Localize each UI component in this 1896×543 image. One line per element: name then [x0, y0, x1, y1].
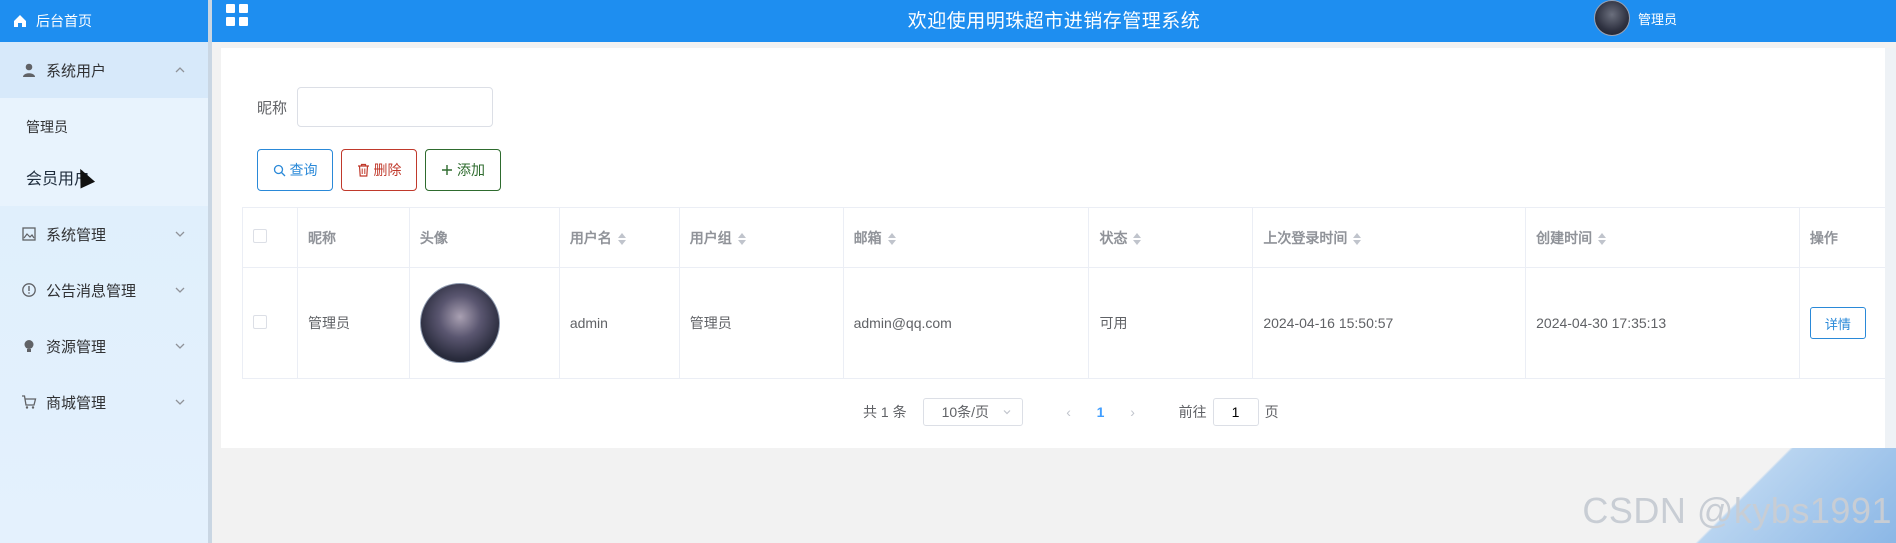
scrollbar[interactable]: [1885, 48, 1896, 448]
column-header-group[interactable]: 用户组: [679, 207, 844, 268]
current-page[interactable]: 1: [1091, 404, 1111, 420]
menu-title-resources[interactable]: 资源管理: [0, 318, 208, 374]
cell-email: admin@qq.com: [843, 267, 1090, 379]
query-button-label: 查询: [289, 162, 318, 178]
user-icon: [20, 61, 38, 79]
chevron-down-icon: [175, 231, 185, 237]
bulb-icon: [20, 337, 38, 355]
sort-icon[interactable]: [1133, 232, 1142, 245]
cell-actions: 详情: [1799, 267, 1888, 379]
sort-icon[interactable]: [1353, 232, 1362, 245]
info-icon: [20, 281, 38, 299]
action-buttons: 查询 删除 添加: [257, 149, 501, 191]
search-icon: [273, 164, 285, 176]
add-button-label: 添加: [457, 162, 485, 178]
menu-label: 系统管理: [46, 226, 107, 244]
user-name: 管理员: [1638, 11, 1678, 27]
next-page-button[interactable]: ›: [1123, 404, 1143, 420]
prev-page-button[interactable]: ‹: [1059, 404, 1079, 420]
plus-icon: [442, 165, 452, 175]
menu-group-notice: 公告消息管理: [0, 262, 208, 318]
sidebar-home[interactable]: 后台首页: [0, 0, 208, 42]
select-all-cell: [242, 207, 298, 268]
picture-icon: [20, 225, 38, 243]
avatar: [419, 283, 500, 363]
cell-status: 可用: [1088, 267, 1254, 379]
menu-group-resources: 资源管理: [0, 318, 208, 374]
cell-avatar: [409, 267, 560, 379]
menu-title-system-manage[interactable]: 系统管理: [0, 206, 208, 262]
chevron-down-icon: [175, 343, 185, 349]
menu-group-system-manage: 系统管理: [0, 206, 208, 262]
select-all-checkbox[interactable]: [253, 229, 267, 243]
search-label: 昵称: [257, 99, 288, 117]
cell-last-login: 2024-04-16 15:50:57: [1252, 267, 1527, 379]
submenu-system-users: 管理员 会员用户: [0, 98, 208, 206]
column-header-created[interactable]: 创建时间: [1525, 207, 1800, 268]
sort-icon[interactable]: [887, 232, 896, 245]
menu-label: 商城管理: [46, 394, 107, 412]
chevron-down-icon: [175, 399, 185, 405]
goto-prefix: 前往: [1178, 404, 1207, 420]
column-header-nickname: 昵称: [297, 207, 410, 268]
menu-group-system-users: 系统用户 管理员 会员用户: [0, 42, 208, 206]
query-button[interactable]: 查询: [257, 149, 333, 191]
search-form: 昵称: [257, 87, 494, 127]
goto-page: 前往 页: [1179, 398, 1279, 426]
nickname-search-input[interactable]: [297, 87, 494, 127]
table-row: 管理员 admin 管理员 admin@qq.com 可用 2024-04-16…: [242, 267, 1888, 379]
detail-button[interactable]: 详情: [1809, 307, 1866, 339]
column-header-email[interactable]: 邮箱: [843, 207, 1090, 268]
menu-label: 资源管理: [46, 338, 107, 356]
topbar: 欢迎使用明珠超市进销存管理系统 管理员: [212, 0, 1896, 42]
column-header-actions: 操作: [1799, 207, 1888, 268]
main-content: 昵称 查询 删除 添加 昵称 头像 用户名 用户组 邮箱 状态 上次登录时间 创…: [221, 48, 1896, 448]
chevron-down-icon: [175, 287, 185, 293]
menu-title-system-users[interactable]: 系统用户: [0, 42, 208, 98]
column-header-status[interactable]: 状态: [1088, 207, 1254, 268]
delete-button[interactable]: 删除: [341, 149, 417, 191]
pagination-total: 共 1 条: [863, 404, 907, 420]
column-header-last-login[interactable]: 上次登录时间: [1252, 207, 1527, 268]
submenu-label: 管理员: [26, 119, 68, 135]
menu-label: 公告消息管理: [46, 282, 137, 300]
page-size-value: 10条/页: [941, 404, 990, 420]
users-table: 昵称 头像 用户名 用户组 邮箱 状态 上次登录时间 创建时间 操作 管理员 a…: [242, 207, 1888, 379]
sort-icon[interactable]: [617, 232, 626, 245]
cell-group: 管理员: [679, 267, 844, 379]
home-icon: [14, 15, 26, 27]
goto-page-input[interactable]: [1212, 398, 1259, 426]
cell-nickname: 管理员: [297, 267, 410, 379]
submenu-item-member-users[interactable]: 会员用户: [0, 152, 208, 202]
user-menu[interactable]: 管理员: [1594, 0, 1677, 36]
chevron-down-icon: [1003, 410, 1011, 415]
delete-button-label: 删除: [373, 162, 402, 178]
sidebar: 后台首页 系统用户 管理员 会员用户 系统管理 公告消息管理 资源管理 商城管理: [0, 0, 212, 543]
avatar: [1594, 0, 1630, 36]
pagination: 共 1 条 10条/页 ‹ 1 › 前往 页: [863, 398, 1279, 426]
table-header-row: 昵称 头像 用户名 用户组 邮箱 状态 上次登录时间 创建时间 操作: [242, 207, 1888, 268]
cell-username: admin: [559, 267, 680, 379]
sort-icon[interactable]: [737, 232, 746, 245]
menu-title-shop[interactable]: 商城管理: [0, 374, 208, 430]
row-checkbox[interactable]: [253, 314, 267, 329]
column-header-avatar: 头像: [409, 207, 560, 268]
add-button[interactable]: 添加: [425, 149, 501, 191]
chevron-up-icon: [175, 67, 185, 73]
trash-icon: [357, 163, 369, 177]
column-header-username[interactable]: 用户名: [559, 207, 680, 268]
sidebar-home-label: 后台首页: [36, 13, 92, 29]
sort-icon[interactable]: [1598, 232, 1607, 245]
menu-title-notice[interactable]: 公告消息管理: [0, 262, 208, 318]
cart-icon: [20, 393, 38, 411]
watermark: CSDN @kybs1991: [1582, 490, 1892, 531]
goto-suffix: 页: [1264, 404, 1279, 420]
menu-group-shop: 商城管理: [0, 374, 208, 430]
page-size-select[interactable]: 10条/页: [922, 398, 1023, 426]
menu-label: 系统用户: [46, 62, 107, 80]
cell-created: 2024-04-30 17:35:13: [1525, 267, 1800, 379]
submenu-item-admin[interactable]: 管理员: [0, 102, 208, 152]
row-select-cell: [242, 267, 298, 379]
